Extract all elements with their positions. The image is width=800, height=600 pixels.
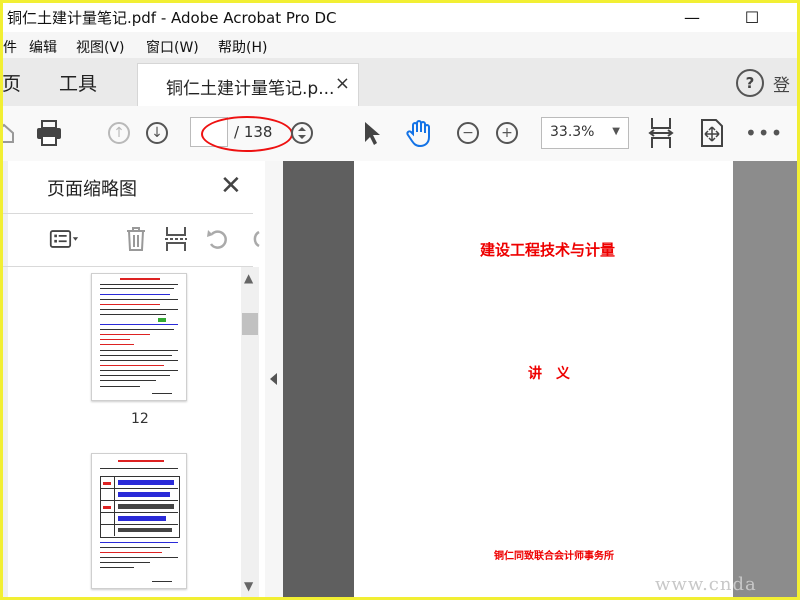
zoom-out-icon[interactable]: −: [453, 118, 483, 148]
watermark: www.cnda: [655, 574, 757, 595]
thumbnail-scrollbar[interactable]: ▲ ▼: [241, 267, 259, 597]
delete-icon[interactable]: [121, 224, 151, 254]
rotate-ccw-icon[interactable]: [203, 224, 233, 254]
down-arrow-icon[interactable]: ↓: [142, 118, 172, 148]
menu-help[interactable]: 帮助(H): [218, 37, 267, 57]
document-viewer[interactable]: 建设工程技术与计量 讲 义 铜仁同致联合会计师事务所: [283, 161, 797, 597]
page-title: 建设工程技术与计量: [480, 241, 616, 259]
chevron-down-icon: ▼: [612, 126, 620, 137]
minimize-button[interactable]: —: [669, 3, 715, 32]
tab-tools[interactable]: 工具: [59, 69, 97, 96]
panel-title: 页面缩略图: [47, 179, 137, 200]
scroll-down-icon[interactable]: ▼: [244, 579, 253, 593]
insert-page-icon[interactable]: [161, 224, 191, 254]
panel-collapse-strip[interactable]: [265, 161, 283, 597]
signin-button[interactable]: 登: [773, 71, 790, 96]
home-icon[interactable]: [3, 118, 19, 148]
thumbnail-label: 12: [131, 411, 149, 427]
screenshot-frame: 铜仁土建计量笔记.pdf - Adobe Acrobat Pro DC — ☐ …: [0, 0, 800, 600]
document-page: 建设工程技术与计量 讲 义 铜仁同致联合会计师事务所: [354, 161, 733, 597]
help-icon[interactable]: ?: [736, 69, 764, 97]
hand-tool-icon[interactable]: [404, 118, 434, 148]
scroll-up-icon[interactable]: ▲: [244, 271, 253, 285]
thumbnail-list: 12: [3, 267, 241, 597]
zoom-in-icon[interactable]: +: [492, 118, 522, 148]
menu-bar: 件 编辑 视图(V) 窗口(W) 帮助(H): [3, 32, 797, 58]
page-subtitle: 讲 义: [528, 366, 570, 382]
menu-edit[interactable]: 编辑: [29, 37, 57, 57]
viewer-shade: [283, 161, 354, 597]
panel-toolbar: [3, 213, 260, 267]
full-screen-icon[interactable]: [697, 118, 727, 148]
thumbnail-options-icon[interactable]: [49, 224, 79, 254]
collapse-arrow-icon[interactable]: [270, 373, 277, 385]
select-cursor-icon[interactable]: [356, 118, 386, 148]
thumbnail-page-13[interactable]: [91, 453, 187, 589]
print-icon[interactable]: [34, 118, 64, 148]
maximize-button[interactable]: ☐: [729, 3, 775, 32]
document-tab-label: 铜仁土建计量笔记.p...: [166, 79, 335, 99]
toolbar: ↑ ↓ / 138 − + 33.3% ▼ •••: [3, 106, 797, 162]
window-title: 铜仁土建计量笔记.pdf - Adobe Acrobat Pro DC: [7, 9, 337, 27]
tab-home[interactable]: 主页: [3, 69, 21, 96]
menu-view[interactable]: 视图(V): [76, 37, 125, 57]
page-stepper-icon[interactable]: [287, 118, 317, 148]
fit-page-icon[interactable]: [646, 118, 676, 148]
close-icon[interactable]: ✕: [220, 171, 242, 201]
title-bar: 铜仁土建计量笔记.pdf - Adobe Acrobat Pro DC — ☐: [3, 3, 797, 32]
tab-document[interactable]: 铜仁土建计量笔记.p... ×: [137, 63, 359, 107]
scroll-thumb[interactable]: [242, 313, 258, 335]
menu-window[interactable]: 窗口(W): [146, 37, 199, 57]
annotation-oval: [201, 116, 293, 152]
more-icon[interactable]: •••: [745, 121, 783, 145]
up-arrow-icon[interactable]: ↑: [104, 118, 134, 148]
page-footer: 铜仁同致联合会计师事务所: [494, 551, 614, 562]
thumbnail-panel: 页面缩略图 ✕ 12 ▲ ▼: [3, 161, 266, 597]
close-tab-button[interactable]: ×: [335, 73, 350, 94]
tab-bar: 主页 工具 铜仁土建计量笔记.p... × ? 登: [3, 58, 797, 107]
zoom-value: 33.3%: [550, 124, 595, 140]
zoom-select[interactable]: 33.3% ▼: [541, 117, 629, 149]
menu-file[interactable]: 件: [3, 37, 17, 57]
thumbnail-page-12[interactable]: [91, 273, 187, 401]
